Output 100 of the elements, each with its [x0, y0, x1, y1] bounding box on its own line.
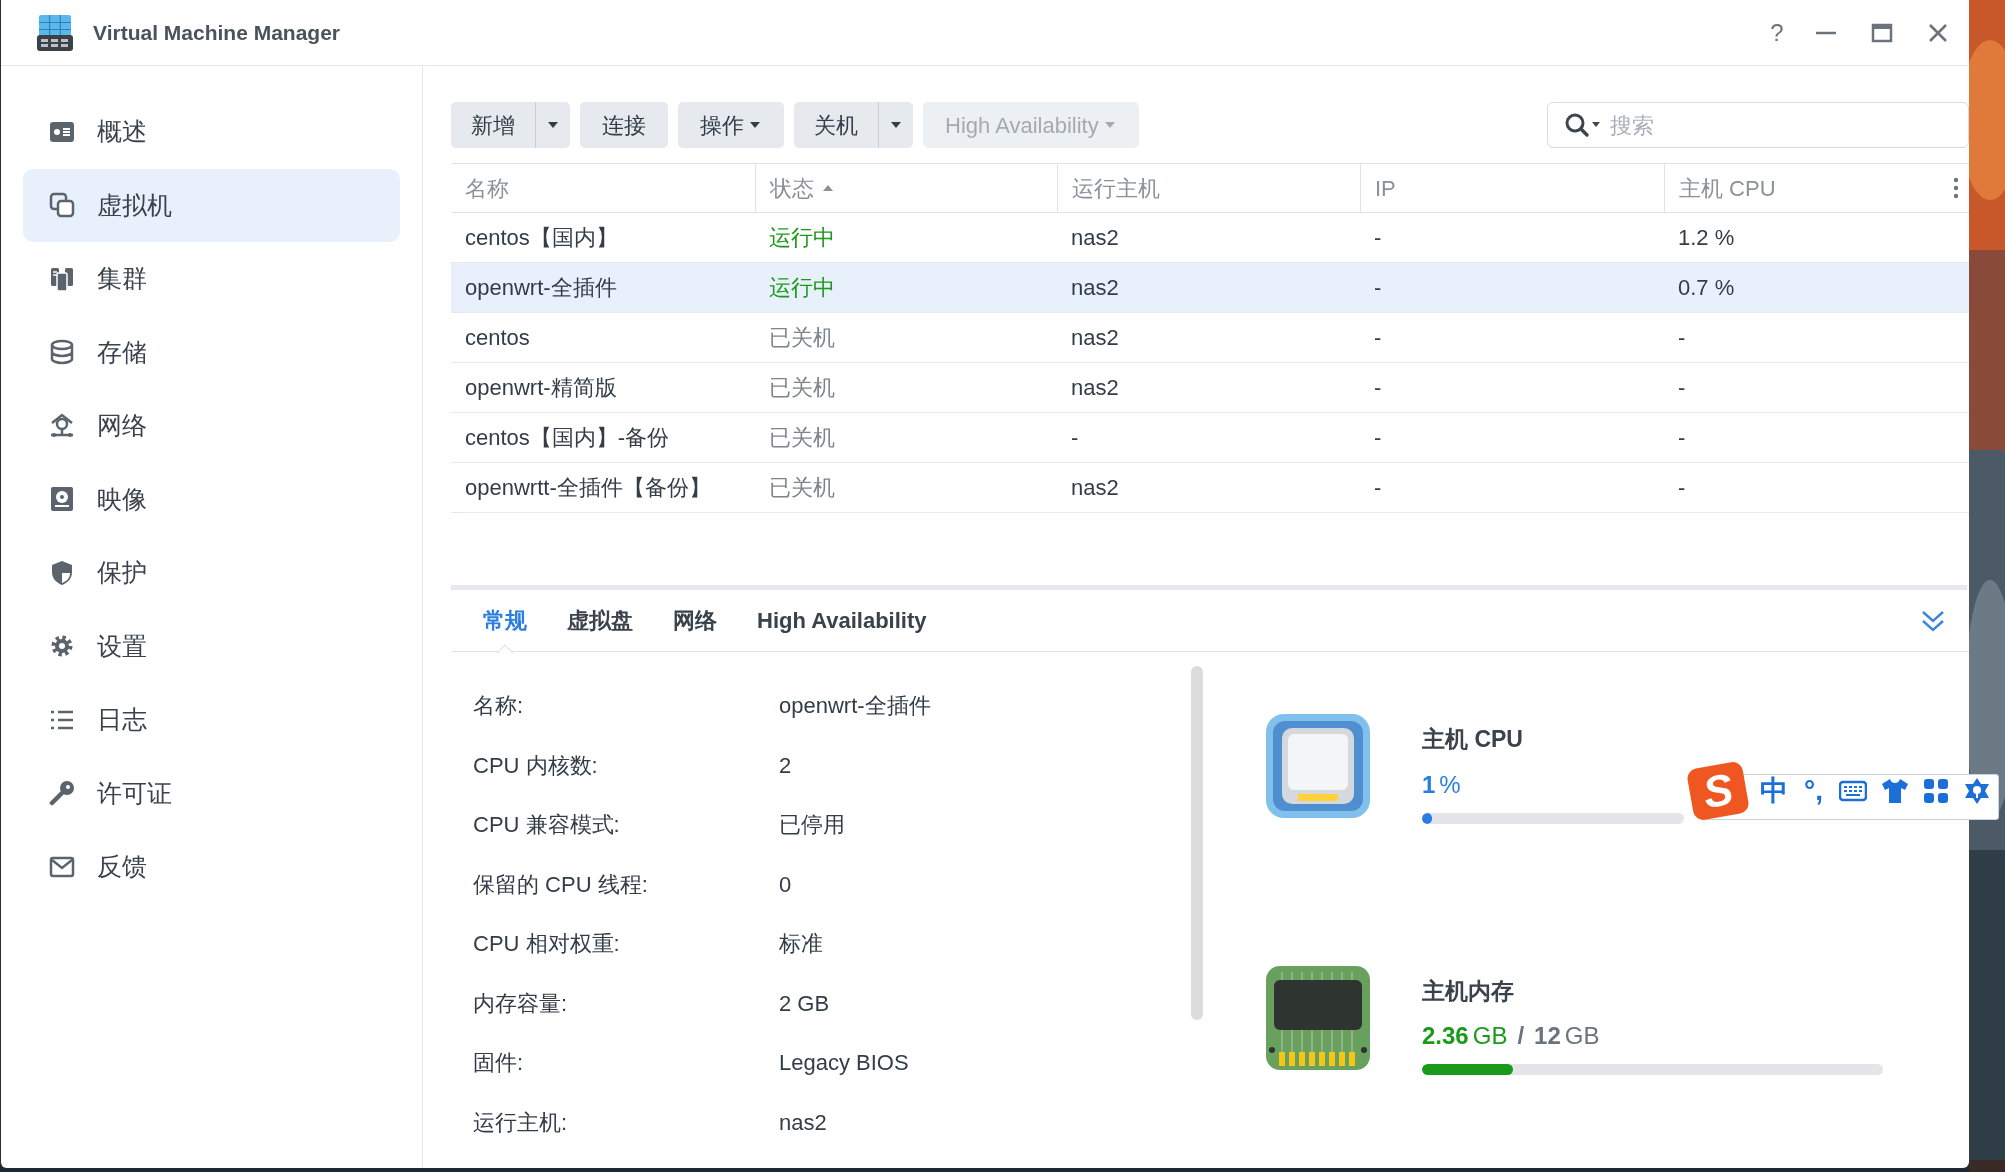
key-icon [49, 780, 75, 807]
table-cell-text: - [1373, 224, 1383, 252]
database-icon [49, 339, 75, 366]
sidebar-item[interactable]: 集群 [23, 242, 400, 316]
table-cell-text: 1.2 % [1677, 224, 1736, 252]
field-label: 内存容量: [472, 989, 569, 1018]
network-icon [49, 412, 75, 439]
sidebar-item[interactable]: 设置 [23, 609, 400, 683]
field-label: 固件: [472, 1049, 525, 1078]
table-cell-text: openwrtt-全插件【备份】 [464, 474, 712, 502]
punctuation-toggle[interactable]: °, [1804, 777, 1823, 805]
usage-value: 2.36 [1422, 1021, 1469, 1051]
field-value: 已停用 [779, 811, 845, 840]
table-cell-text: nas2 [1070, 324, 1120, 352]
tab[interactable]: High Availability [737, 589, 947, 652]
field-label: 名称: [472, 692, 525, 721]
sidebar-item[interactable]: 日志 [23, 683, 400, 757]
caret-icon [1102, 120, 1117, 130]
field-label: 运行主机: [472, 1108, 569, 1137]
sidebar-item[interactable]: 映像 [23, 462, 400, 536]
search-input[interactable]: 搜索 [1610, 108, 1968, 142]
input-mode-toggle[interactable]: 中 [1760, 777, 1788, 805]
table-row[interactable]: openwrtt-全插件【备份】 已关机 nas2 - - [451, 463, 1969, 513]
shirt-icon[interactable] [1881, 778, 1909, 804]
status-cell-text: 已关机 [768, 474, 836, 502]
sidebar-item[interactable]: 概述 [23, 95, 400, 169]
field-label: CPU 相对权重: [472, 930, 621, 959]
sidebar-item[interactable]: 存储 [23, 315, 400, 389]
tab[interactable]: 常规 [463, 589, 547, 652]
table-cell-text: nas2 [1070, 474, 1120, 502]
window-title: Virtual Machine Manager [93, 19, 341, 46]
caret-icon [546, 120, 560, 130]
field-label: CPU 内核数: [472, 751, 599, 780]
toolbar-button[interactable]: 连接 [580, 102, 668, 148]
table-cell-text: centos [464, 324, 531, 352]
usage-value: 1 [1422, 769, 1436, 800]
table-cell-text: - [1373, 474, 1383, 502]
toolbar-button[interactable]: 新增 [451, 102, 536, 148]
toolbar-button[interactable]: 关机 [794, 102, 879, 148]
sidebar-item[interactable]: 许可证 [23, 756, 400, 830]
table-cell-text: - [1070, 424, 1080, 452]
table-cell-text: centos【国内】-备份 [464, 424, 671, 452]
sidebar-item[interactable]: 虚拟机 [23, 168, 400, 242]
table-cell-text: - [1373, 374, 1383, 402]
unit-label: GB [1472, 1021, 1508, 1051]
sidebar-item[interactable]: 反馈 [23, 830, 400, 904]
table-cell-text: - [1677, 324, 1687, 352]
table-row[interactable]: openwrt-全插件 运行中 nas2 - 0.7 % [451, 263, 1969, 313]
table-cell-text: openwrt-精简版 [464, 374, 618, 402]
table-cell-text: openwrt-全插件 [464, 274, 618, 302]
split-button[interactable]: 关机 [794, 102, 913, 148]
field-value: Legacy BIOS [779, 1049, 909, 1078]
resource-title: 主机 CPU [1422, 725, 1524, 754]
close-icon[interactable] [1927, 21, 1949, 44]
table-cell-text: - [1373, 274, 1383, 302]
help-button[interactable]: ? [1759, 14, 1795, 51]
app-icon [35, 12, 75, 53]
table-row[interactable]: openwrt-精简版 已关机 nas2 - - [451, 363, 1969, 413]
field-value: 2 GB [779, 989, 830, 1018]
table-cell-text: centos【国内】 [464, 224, 619, 252]
tab[interactable]: 虚拟盘 [547, 589, 653, 652]
table-cell-text: - [1373, 324, 1383, 352]
status-cell-text: 运行中 [768, 274, 836, 302]
sidebar-item[interactable]: 网络 [23, 389, 400, 463]
table-cell-text: - [1677, 374, 1687, 402]
status-cell-text: 已关机 [768, 374, 836, 402]
memory-chip-icon [1264, 963, 1372, 1072]
table-cell-text: nas2 [1070, 274, 1120, 302]
table-cell-text: nas2 [1070, 224, 1120, 252]
more-icon[interactable] [1953, 177, 1959, 199]
shield-icon [49, 559, 75, 586]
field-value: openwrt-全插件 [779, 692, 931, 721]
field-value: 0 [779, 870, 792, 899]
separator: / [1517, 1021, 1525, 1051]
unit-label: GB [1564, 1021, 1600, 1051]
caret-icon [748, 120, 762, 130]
maximize-icon[interactable] [1871, 21, 1893, 44]
split-button[interactable]: 新增 [451, 102, 570, 148]
table-row[interactable]: centos【国内】-备份 已关机 - - - [451, 413, 1969, 463]
toolbar-button[interactable]: 操作 [678, 102, 784, 148]
status-cell-text: 运行中 [768, 224, 836, 252]
keyboard-icon[interactable] [1839, 780, 1867, 802]
table-cell-text: - [1677, 474, 1687, 502]
sidebar-item[interactable]: 保护 [23, 536, 400, 610]
field-value: nas2 [779, 1108, 827, 1137]
field-label: 保留的 CPU 线程: [472, 870, 649, 899]
caret-icon [889, 120, 903, 130]
status-cell-text: 已关机 [768, 424, 836, 452]
table-cell-text: nas2 [1070, 374, 1120, 402]
table-row[interactable]: centos 已关机 nas2 - - [451, 313, 1969, 363]
field-label: CPU 兼容模式: [472, 811, 621, 840]
unit-label: % [1439, 769, 1461, 800]
table-cell-text: - [1677, 424, 1687, 452]
field-value: 标准 [779, 930, 823, 959]
scrollbar[interactable] [1191, 666, 1203, 1020]
apps-icon[interactable] [1923, 778, 1949, 804]
tab[interactable]: 网络 [653, 589, 737, 652]
search-field[interactable]: 搜索 [1547, 102, 1969, 148]
field-value: 2 [779, 751, 792, 780]
resource-title: 主机内存 [1422, 976, 1515, 1006]
